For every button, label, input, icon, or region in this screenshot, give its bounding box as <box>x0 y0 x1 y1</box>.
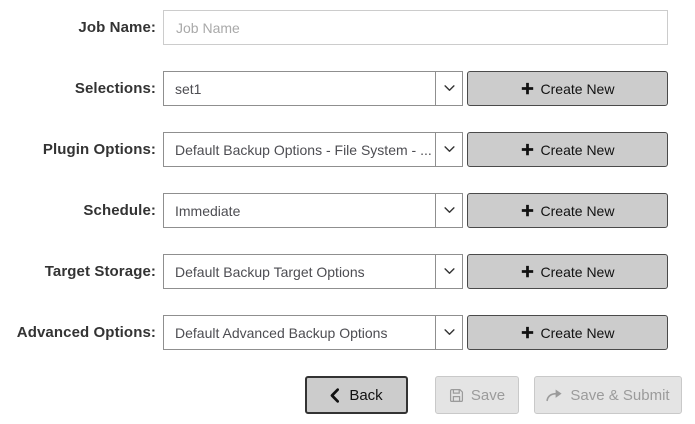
create-new-advanced-options-button[interactable]: Create New <box>467 315 668 350</box>
create-new-label: Create New <box>541 142 615 158</box>
chevron-left-icon <box>330 388 339 403</box>
forward-arrow-icon <box>546 388 563 402</box>
chevron-down-icon <box>436 133 462 166</box>
back-button[interactable]: Back <box>305 376 408 414</box>
schedule-select[interactable]: Immediate <box>163 193 463 228</box>
plugin-options-label: Plugin Options: <box>0 141 163 158</box>
form-row-selections: Selections: set1 Create New <box>0 71 695 106</box>
chevron-down-icon <box>436 316 462 349</box>
chevron-down-icon <box>436 72 462 105</box>
back-button-label: Back <box>349 387 382 404</box>
selections-select[interactable]: set1 <box>163 71 463 106</box>
save-submit-button[interactable]: Save & Submit <box>534 376 682 414</box>
create-new-plugin-options-button[interactable]: Create New <box>467 132 668 167</box>
create-new-label: Create New <box>541 203 615 219</box>
form-row-job-name: Job Name: <box>0 10 695 45</box>
floppy-disk-icon <box>449 388 464 403</box>
save-button[interactable]: Save <box>435 376 519 414</box>
create-new-label: Create New <box>541 325 615 341</box>
plus-icon <box>521 204 534 217</box>
schedule-label: Schedule: <box>0 202 163 219</box>
target-storage-label: Target Storage: <box>0 263 163 280</box>
create-new-schedule-button[interactable]: Create New <box>467 193 668 228</box>
create-new-target-storage-button[interactable]: Create New <box>467 254 668 289</box>
plus-icon <box>521 326 534 339</box>
advanced-options-selected-value: Default Advanced Backup Options <box>164 316 436 349</box>
plugin-options-selected-value: Default Backup Options - File System - .… <box>164 133 436 166</box>
plugin-options-select[interactable]: Default Backup Options - File System - .… <box>163 132 463 167</box>
chevron-down-icon <box>436 194 462 227</box>
target-storage-selected-value: Default Backup Target Options <box>164 255 436 288</box>
selections-selected-value: set1 <box>164 72 436 105</box>
save-button-label: Save <box>471 387 505 404</box>
form-footer: Back Save Save & Submit <box>305 376 695 414</box>
form-row-plugin-options: Plugin Options: Default Backup Options -… <box>0 132 695 167</box>
job-name-input[interactable] <box>163 10 668 45</box>
target-storage-select[interactable]: Default Backup Target Options <box>163 254 463 289</box>
form-row-schedule: Schedule: Immediate Create New <box>0 193 695 228</box>
create-new-selections-button[interactable]: Create New <box>467 71 668 106</box>
form-row-advanced-options: Advanced Options: Default Advanced Backu… <box>0 315 695 350</box>
chevron-down-icon <box>436 255 462 288</box>
save-submit-button-label: Save & Submit <box>570 387 669 404</box>
backup-job-form: Job Name: Selections: set1 Create New Pl… <box>0 0 695 414</box>
plus-icon <box>521 82 534 95</box>
advanced-options-label: Advanced Options: <box>0 324 163 341</box>
schedule-selected-value: Immediate <box>164 194 436 227</box>
plus-icon <box>521 143 534 156</box>
create-new-label: Create New <box>541 81 615 97</box>
job-name-label: Job Name: <box>0 19 163 36</box>
advanced-options-select[interactable]: Default Advanced Backup Options <box>163 315 463 350</box>
create-new-label: Create New <box>541 264 615 280</box>
plus-icon <box>521 265 534 278</box>
selections-label: Selections: <box>0 80 163 97</box>
form-row-target-storage: Target Storage: Default Backup Target Op… <box>0 254 695 289</box>
